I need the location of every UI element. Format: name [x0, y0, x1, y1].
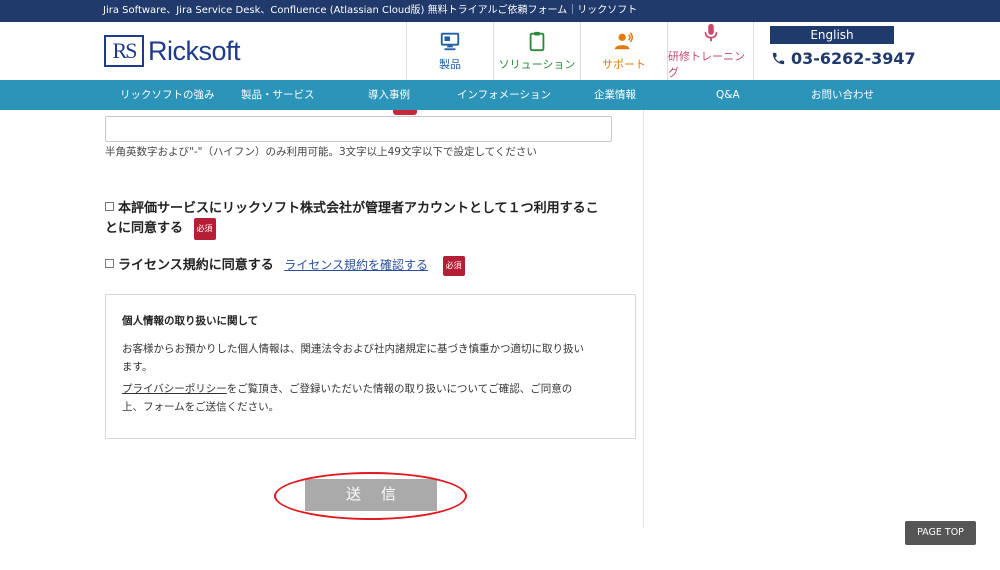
- page-top-button[interactable]: PAGE TOP: [905, 521, 976, 545]
- nav-active-indicator: [393, 110, 417, 115]
- site-name-input[interactable]: [105, 116, 612, 142]
- main-nav: リックソフトの強み 製品・サービス 導入事例 インフォメーション 企業情報 Q&…: [0, 80, 1000, 110]
- header-nav-solution[interactable]: ソリューション: [493, 22, 580, 80]
- column-divider: [643, 110, 644, 528]
- privacy-notice: 個人情報の取り扱いに関して お客様からお預かりした個人情報は、関連法令および社内…: [105, 294, 636, 439]
- privacy-text: をご覧頂き、ご登録いただいた情報の取り扱いについてご確認、ご同意の: [226, 383, 573, 395]
- header-nav-label: 製品: [439, 58, 461, 71]
- privacy-policy-link[interactable]: プライバシーポリシー: [122, 383, 227, 395]
- site-header: RS Ricksoft 製品 ソリューション サポート 研修トレーニング Eng…: [0, 22, 1000, 80]
- logo-name: Ricksoft: [148, 35, 241, 66]
- nav-item-products-services[interactable]: 製品・サービス: [241, 80, 315, 110]
- header-nav-support[interactable]: サポート: [580, 22, 667, 80]
- license-consent-checkbox[interactable]: [105, 259, 114, 268]
- support-icon: [614, 32, 633, 50]
- input-hint: 半角英数字および"-"（ハイフン）のみ利用可能。3文字以上49文字以下で設定して…: [105, 146, 537, 158]
- license-consent-label[interactable]: ライセンス規約に同意する: [118, 258, 274, 273]
- nav-item-case-studies[interactable]: 導入事例: [368, 80, 410, 110]
- admin-consent-label[interactable]: 本評価サービスにリックソフト株式会社が管理者アカウントとして１つ利用するこ: [118, 201, 599, 216]
- ricksoft-logo[interactable]: RS Ricksoft: [104, 34, 241, 68]
- required-badge: 必須: [442, 256, 465, 276]
- privacy-paragraph: プライバシーポリシーをご覧頂き、ご登録いただいた情報の取り扱いについてご確認、ご…: [122, 380, 619, 416]
- privacy-text: ます。: [122, 361, 153, 373]
- header-nav: 製品 ソリューション サポート 研修トレーニング: [406, 22, 754, 80]
- nav-item-contact[interactable]: お問い合わせ: [811, 80, 874, 110]
- admin-consent-checkbox[interactable]: [105, 202, 114, 211]
- privacy-text: 上、フォームをご送信ください。: [122, 401, 280, 413]
- microphone-icon: [704, 23, 717, 42]
- privacy-paragraph: お客様からお預かりした個人情報は、関連法令および社内諸規定に基づき慎重かつ適切に…: [122, 340, 619, 376]
- phone-text: 03-6262-3947: [791, 49, 916, 68]
- header-nav-label: サポート: [602, 58, 646, 71]
- header-nav-product[interactable]: 製品: [406, 22, 493, 80]
- required-badge: 必須: [193, 218, 216, 240]
- admin-consent-label-cont[interactable]: とに同意する: [105, 221, 183, 236]
- phone-icon: [772, 52, 785, 65]
- top-banner: Jira Software、Jira Service Desk、Confluen…: [0, 0, 1000, 22]
- privacy-heading: 個人情報の取り扱いに関して: [122, 315, 259, 327]
- license-terms-link[interactable]: ライセンス規約を確認する: [284, 258, 428, 272]
- header-nav-label: 研修トレーニング: [668, 50, 745, 79]
- nav-item-qa[interactable]: Q&A: [716, 80, 740, 110]
- nav-item-strengths[interactable]: リックソフトの強み: [120, 80, 215, 110]
- license-consent-row: ライセンス規約に同意する ライセンス規約を確認する 必須: [105, 256, 465, 276]
- logo-mark: RS: [104, 35, 144, 67]
- header-nav-training[interactable]: 研修トレーニング: [667, 22, 754, 80]
- nav-item-information[interactable]: インフォメーション: [457, 80, 551, 110]
- english-button[interactable]: English: [770, 26, 894, 44]
- nav-item-company[interactable]: 企業情報: [594, 80, 636, 110]
- clipboard-icon: [529, 31, 545, 52]
- phone-number[interactable]: 03-6262-3947: [771, 49, 916, 68]
- admin-consent-row: 本評価サービスにリックソフト株式会社が管理者アカウントとして１つ利用するこ とに…: [105, 200, 625, 240]
- submit-button[interactable]: 送信: [305, 479, 437, 511]
- privacy-text: お客様からお預かりした個人情報は、関連法令および社内諸規定に基づき慎重かつ適切に…: [122, 343, 584, 355]
- product-icon: [440, 32, 460, 51]
- header-nav-label: ソリューション: [498, 58, 576, 71]
